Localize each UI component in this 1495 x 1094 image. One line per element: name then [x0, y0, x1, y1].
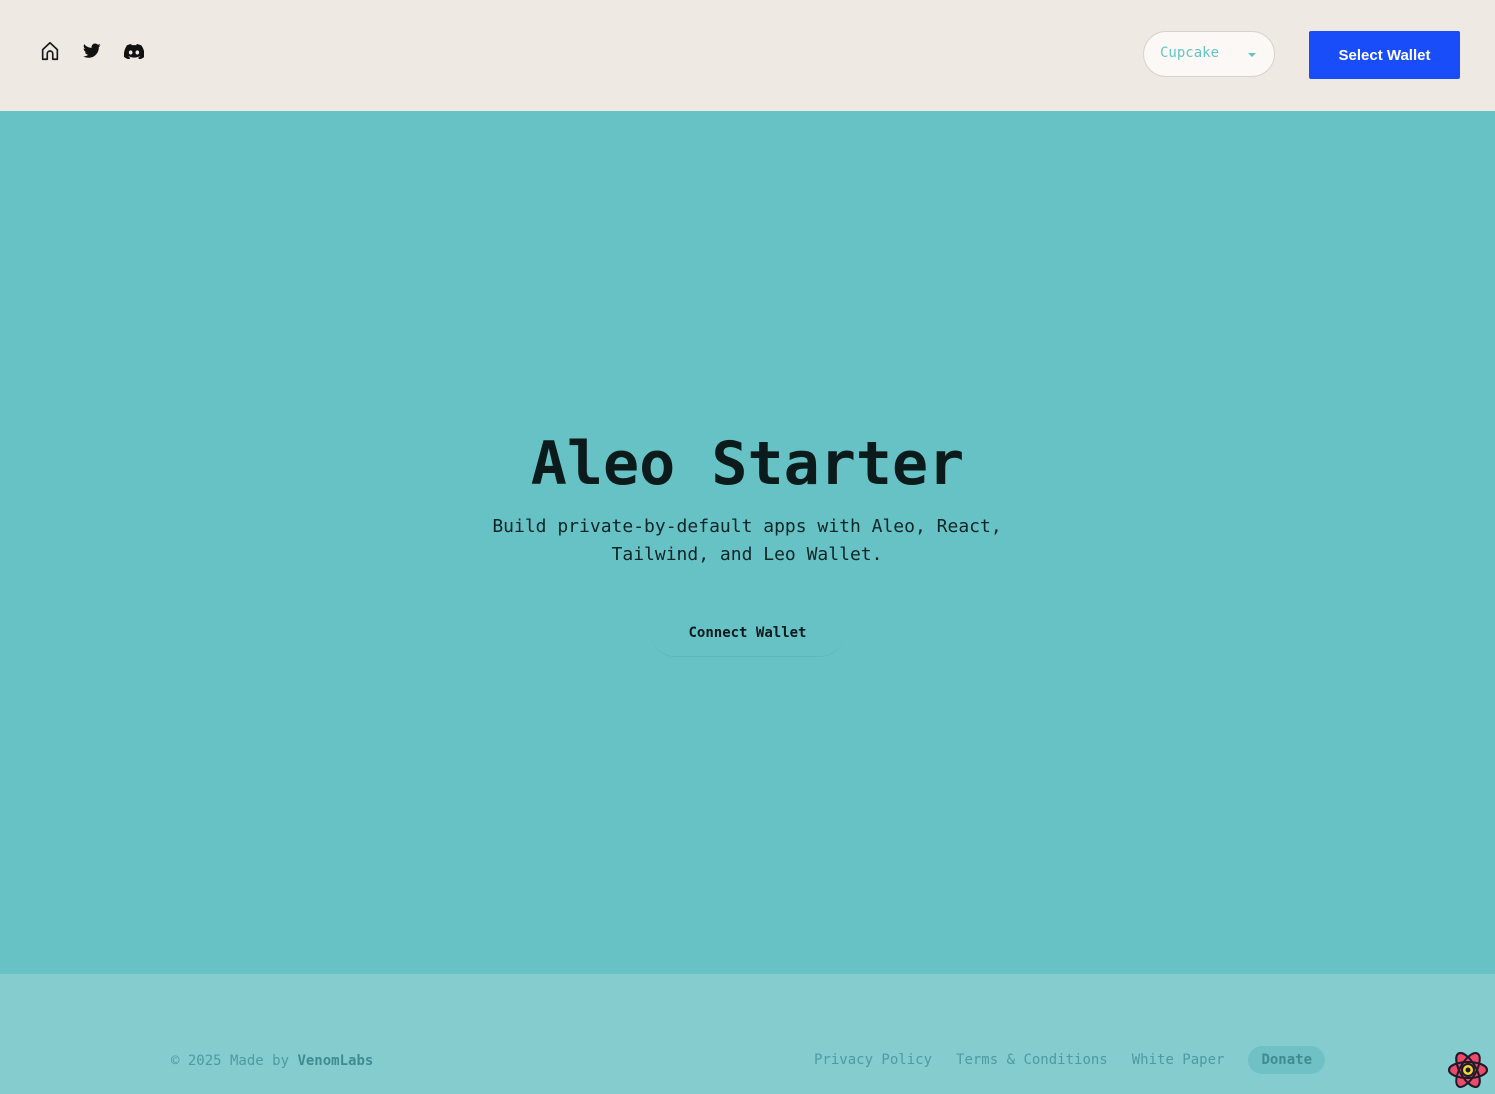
nav-icon-group — [38, 39, 146, 63]
copyright-prefix: © 2025 Made by — [171, 1053, 298, 1069]
hero-subtitle: Build private-by-default apps with Aleo,… — [492, 516, 1002, 565]
theme-select[interactable]: Cupcake — [1143, 31, 1275, 77]
discord-icon[interactable] — [122, 39, 146, 63]
page: Cupcake Select Wallet Aleo Starter Build… — [0, 0, 1495, 1094]
connect-wallet-button[interactable]: Connect Wallet — [651, 609, 844, 657]
chevron-down-icon — [1248, 53, 1256, 57]
privacy-policy-link[interactable]: Privacy Policy — [814, 1052, 932, 1068]
hero-section: Aleo Starter Build private-by-default ap… — [0, 111, 1495, 974]
donate-button[interactable]: Donate — [1248, 1046, 1326, 1074]
twitter-icon[interactable] — [80, 39, 104, 63]
page-title: Aleo Starter — [530, 429, 965, 499]
react-devtools-icon[interactable] — [1447, 1049, 1489, 1091]
select-wallet-button[interactable]: Select Wallet — [1309, 31, 1460, 79]
footer-links: Privacy Policy Terms & Conditions White … — [814, 1046, 1326, 1074]
venomlabs-link[interactable]: VenomLabs — [297, 1053, 373, 1069]
white-paper-link[interactable]: White Paper — [1132, 1052, 1225, 1068]
theme-select-value: Cupcake — [1160, 45, 1220, 61]
copyright-text: © 2025 Made by VenomLabs — [171, 1053, 373, 1069]
home-icon[interactable] — [38, 39, 62, 63]
terms-conditions-link[interactable]: Terms & Conditions — [956, 1052, 1108, 1068]
top-navbar: Cupcake Select Wallet — [0, 0, 1495, 111]
footer: © 2025 Made by VenomLabs Privacy Policy … — [0, 974, 1495, 1094]
